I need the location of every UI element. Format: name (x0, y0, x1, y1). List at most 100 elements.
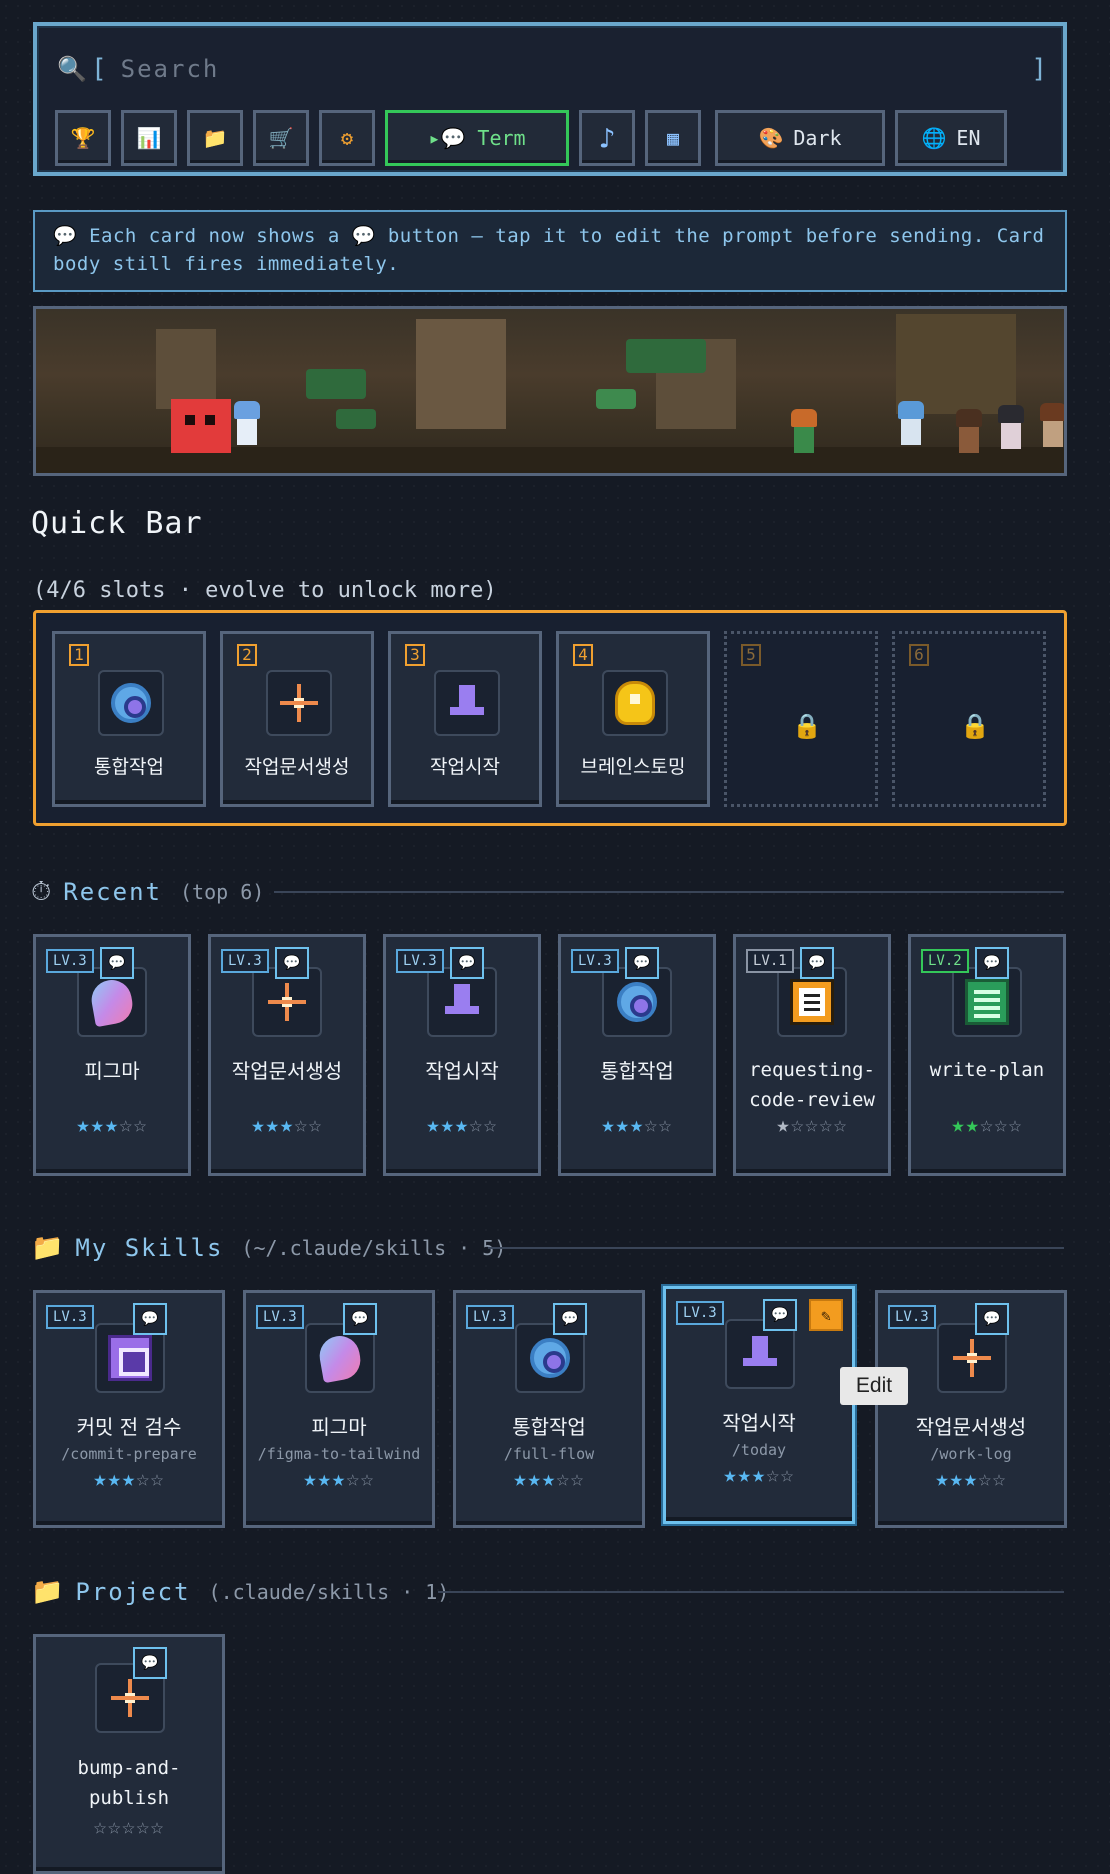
slot-label: 작업문서생성 (244, 756, 350, 778)
recent-card[interactable]: LV.3 💬 작업시작 ★★★☆☆ (383, 934, 541, 1176)
level-badge: LV.3 (221, 949, 269, 973)
palette-icon: 🎨 (758, 126, 784, 150)
speech-bubble-icon: 💬 (458, 955, 476, 971)
card-name-line: publish (88, 1787, 170, 1809)
theme-toggle-button[interactable]: 🎨 Dark (715, 110, 885, 166)
edit-prompt-button[interactable]: 💬 (343, 1303, 377, 1335)
skill-card[interactable]: LV.3 💬 작업문서생성 /work-log ★★★☆☆ (875, 1290, 1067, 1528)
level-badge: LV.3 (466, 1305, 514, 1329)
speech-bubble-icon: 💬 (983, 1311, 1001, 1327)
edit-prompt-button[interactable]: 💬 (100, 947, 134, 979)
trophy-button[interactable]: 🏆 (55, 110, 111, 166)
card-name-line: bump-and- (77, 1757, 181, 1779)
stopwatch-icon: ⏱ (31, 876, 52, 907)
wizard-sprite (234, 401, 260, 445)
folder-button[interactable]: 📁 (187, 110, 243, 166)
quickbar-slot[interactable]: 3 작업시작 (388, 631, 542, 807)
star-rating: ☆☆☆☆☆ (93, 1815, 165, 1840)
star-rating: ★★☆☆☆ (951, 1113, 1023, 1138)
search-icon: 🔍 (57, 55, 87, 83)
search-open-bracket: [ (91, 54, 107, 84)
gem-icon (98, 670, 164, 736)
project-header: 📁 Project (.claude/skills · 1) (31, 1574, 449, 1610)
recent-header: ⏱ Recent (top 6) (31, 874, 264, 910)
theme-label: Dark (793, 126, 842, 150)
recent-card[interactable]: LV.3 💬 통합작업 ★★★☆☆ (558, 934, 716, 1176)
skill-slug: /figma-to-tailwind (257, 1445, 421, 1463)
level-badge: LV.3 (46, 949, 94, 973)
speech-bubble-icon: 💬 (633, 955, 651, 971)
edit-prompt-button[interactable]: 💬 (625, 947, 659, 979)
edit-prompt-button[interactable]: 💬 (975, 947, 1009, 979)
edit-skill-button[interactable]: ✎ (809, 1299, 843, 1331)
card-name: bump-and-publish (36, 1753, 222, 1813)
skill-card-selected[interactable]: LV.3 💬 ✎ 작업시작 /today ★★★☆☆ (663, 1286, 855, 1524)
recent-card[interactable]: LV.1 💬 requesting-code-review ★☆☆☆☆ (733, 934, 891, 1176)
edit-prompt-button[interactable]: 💬 (275, 947, 309, 979)
cat-sprite (998, 405, 1024, 449)
quickbar-slot[interactable]: 4 브레인스토밍 (556, 631, 710, 807)
card-name: 작업문서생성 (915, 1415, 1027, 1439)
shop-button[interactable]: 🛒 (253, 110, 309, 166)
quickbar: 1 통합작업 2 작업문서생성 3 작업시작 4 브레인스토밍 5 🔒 6 🔒 (33, 610, 1067, 826)
chart-icon: 📊 (136, 126, 162, 150)
project-card[interactable]: 💬 bump-and-publish ☆☆☆☆☆ (33, 1634, 225, 1874)
music-icon: ♪ (598, 121, 616, 155)
divider (274, 891, 1064, 893)
spark-icon (266, 670, 332, 736)
star-rating: ★★★☆☆ (601, 1113, 673, 1138)
pencil-icon: ✎ (821, 1305, 831, 1325)
skill-card[interactable]: LV.3 💬 커밋 전 검수 /commit-prepare ★★★☆☆ (33, 1290, 225, 1528)
speech-bubble-icon: 💬 (351, 1311, 369, 1327)
edit-prompt-button[interactable]: 💬 (450, 947, 484, 979)
skill-card[interactable]: LV.3 💬 통합작업 /full-flow ★★★☆☆ (453, 1290, 645, 1528)
edit-prompt-button[interactable]: 💬 (763, 1299, 797, 1331)
language-button[interactable]: 🌐 EN (895, 110, 1007, 166)
recent-title: Recent (63, 878, 162, 906)
card-name: 통합작업 (512, 1415, 586, 1439)
skill-card[interactable]: LV.3 💬 피그마 /figma-to-tailwind ★★★☆☆ (243, 1290, 435, 1528)
slot-number: 5 (741, 644, 761, 666)
grid-button[interactable]: ▦ (645, 110, 701, 166)
notice-banner: 💬 Each card now shows a 💬 button — tap i… (33, 210, 1067, 292)
level-badge: LV.3 (396, 949, 444, 973)
skill-slug: /today (731, 1441, 787, 1459)
project-subtitle: (.claude/skills · 1) (208, 1580, 450, 1604)
skill-slug: /commit-prepare (61, 1445, 197, 1463)
edit-prompt-button[interactable]: 💬 (800, 947, 834, 979)
rogue-sprite (1040, 403, 1064, 447)
edit-prompt-button[interactable]: 💬 (553, 1303, 587, 1335)
speech-bubble-icon: 💬 (808, 955, 826, 971)
lock-icon: 🔒 (960, 712, 990, 740)
star-rating: ★★★☆☆ (723, 1463, 795, 1488)
recent-card[interactable]: LV.3 💬 피그마 ★★★☆☆ (33, 934, 191, 1176)
quickbar-slot-locked: 5 🔒 (724, 631, 878, 807)
star-rating: ★★★☆☆ (76, 1113, 148, 1138)
terminal-button[interactable]: ▸💬 Term (385, 110, 569, 166)
recent-card[interactable]: LV.3 💬 작업문서생성 ★★★☆☆ (208, 934, 366, 1176)
settings-button[interactable]: ⚙ (319, 110, 375, 166)
edit-prompt-button[interactable]: 💬 (133, 1647, 167, 1679)
edit-prompt-button[interactable]: 💬 (975, 1303, 1009, 1335)
speech-bubble-icon: 💬 (141, 1655, 159, 1671)
quickbar-slot[interactable]: 1 통합작업 (52, 631, 206, 807)
quickbar-slot[interactable]: 2 작업문서생성 (220, 631, 374, 807)
search-input[interactable] (106, 55, 1032, 83)
top-panel: 🔍 [ ] 🏆 📊 📁 🛒 ⚙ ▸💬 Term ♪ ▦ 🎨 Dark 🌐 EN (33, 22, 1067, 176)
music-button[interactable]: ♪ (579, 110, 635, 166)
red-ghost-sprite (171, 399, 231, 453)
speech-bubble-icon: 💬 (141, 1311, 159, 1327)
recent-card[interactable]: LV.2 💬 write-plan ★★☆☆☆ (908, 934, 1066, 1176)
quickbar-slots-info: (4/6 slots · evolve to unlock more) (33, 578, 497, 603)
globe-icon: 🌐 (921, 126, 947, 150)
fighter-sprite (956, 409, 982, 453)
stats-button[interactable]: 📊 (121, 110, 177, 166)
card-name: 커밋 전 검수 (76, 1415, 182, 1439)
edit-prompt-button[interactable]: 💬 (133, 1303, 167, 1335)
my-skills-title: My Skills (75, 1234, 224, 1262)
gear-icon: ⚙ (340, 126, 354, 150)
skill-slug: /work-log (930, 1445, 1012, 1463)
search-bar: 🔍 [ ] (57, 52, 1047, 86)
card-name: requesting-code-review (736, 1055, 888, 1115)
lock-icon: 🔒 (792, 712, 822, 740)
